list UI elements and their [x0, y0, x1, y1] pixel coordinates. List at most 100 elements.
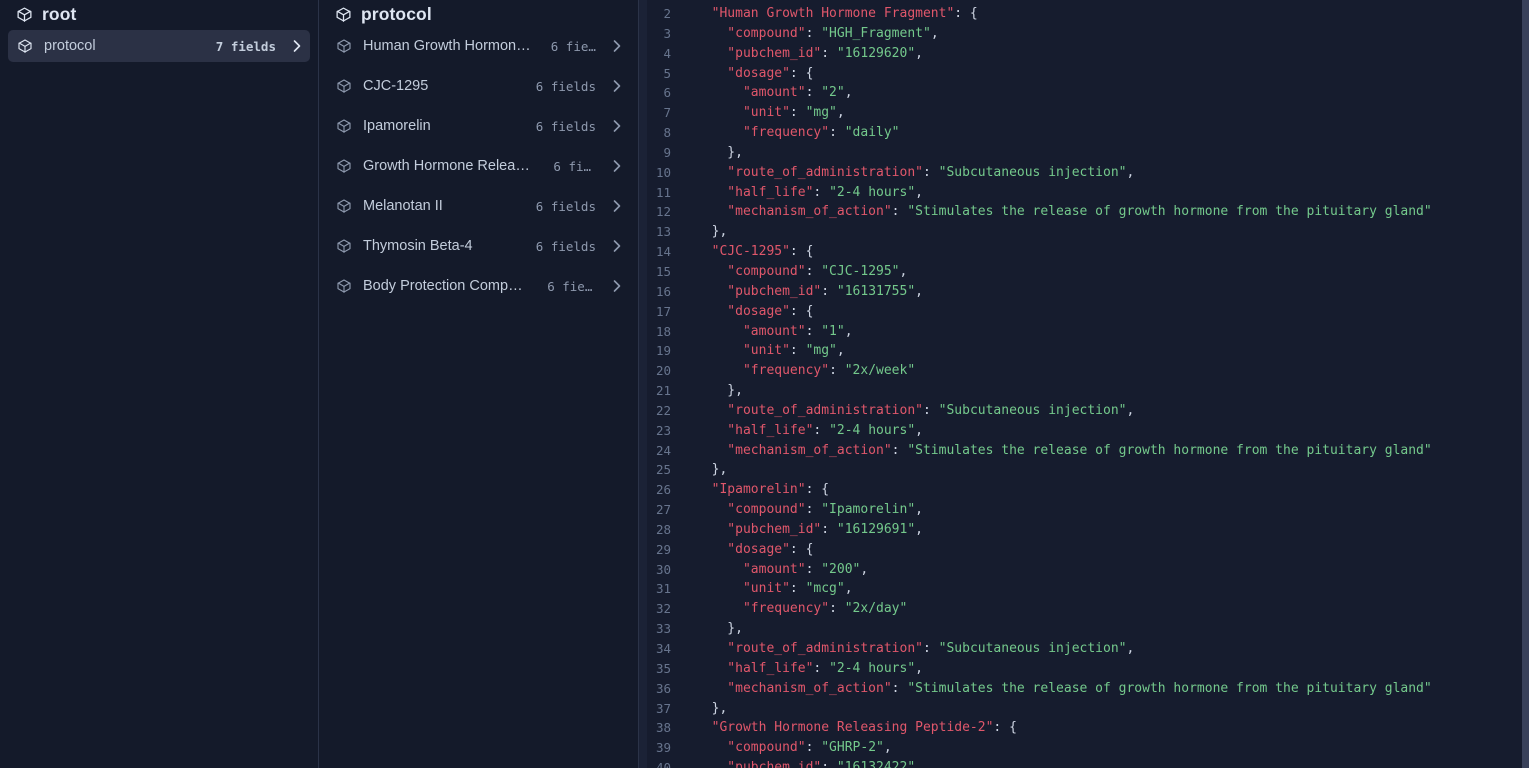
- line-number: 39: [655, 740, 671, 756]
- token-str: "1": [821, 323, 845, 339]
- code-line: 13 },: [639, 222, 1529, 242]
- code-line: 3 "compound": "HGH_Fragment",: [639, 24, 1529, 44]
- code-scroll-area[interactable]: 2 "Human Growth Hormone Fragment": {3 "c…: [639, 0, 1529, 768]
- token-key: "route_of_administration": [696, 164, 923, 180]
- token-str: "16129620": [836, 45, 916, 61]
- token-key: "half_life": [696, 184, 814, 200]
- code-line-text: "Human Growth Hormone Fragment": {: [683, 4, 1529, 24]
- token-key: "route_of_administration": [696, 641, 923, 656]
- code-line: 20 "frequency": "2x/week": [639, 361, 1529, 381]
- protocol-item-1[interactable]: CJC-1295 6 fields: [327, 70, 630, 102]
- protocol-item-3[interactable]: Growth Hormone Releasing Peptide-2 6 fiel…: [327, 150, 630, 182]
- code-line-text: },: [683, 143, 1529, 163]
- token-str: "Stimulates the release of growth hormon…: [907, 442, 1432, 458]
- token-pun: :: [821, 760, 837, 768]
- token-pun: :: [805, 25, 822, 41]
- protocol-item-0[interactable]: Human Growth Hormone Fragment 6 fields: [327, 30, 630, 62]
- code-line: 27 "compound": "Ipamorelin",: [639, 500, 1529, 520]
- root-item-0[interactable]: protocol 7 fields: [8, 30, 310, 62]
- code-line-text: "dosage": {: [683, 302, 1529, 322]
- chevron-right-icon[interactable]: [612, 199, 622, 213]
- cube-icon: [336, 78, 353, 95]
- code-line-text: },: [683, 619, 1529, 639]
- code-line-text: "compound": "CJC-1295",: [683, 262, 1529, 282]
- code-line: 33 },: [639, 619, 1529, 639]
- token-pun: :: [789, 105, 806, 121]
- token-key: "pubchem_id": [696, 760, 822, 768]
- code-line-text: "pubchem_id": "16129691",: [683, 520, 1529, 540]
- code-line-text: },: [683, 222, 1529, 242]
- token-key: "frequency": [696, 601, 830, 617]
- token-key: "compound": [696, 263, 806, 279]
- chevron-right-icon[interactable]: [612, 239, 622, 253]
- json-explorer-app: root protocol 7 fields protocol Human Gro…: [0, 0, 1529, 768]
- protocol-item-2[interactable]: Ipamorelin 6 fields: [327, 110, 630, 142]
- token-str: "2x/week": [844, 363, 916, 379]
- line-number: 28: [655, 521, 671, 537]
- root-item-field-count: 7 fields: [215, 38, 276, 54]
- chevron-right-icon[interactable]: [612, 79, 622, 93]
- token-key: "pubchem_id": [696, 283, 822, 299]
- protocol-item-6[interactable]: Body Protection Compound-157 6 fields: [327, 270, 630, 302]
- root-panel-title: root: [42, 3, 77, 24]
- token-key: "mechanism_of_action": [696, 442, 892, 458]
- token-str: "16132422": [836, 760, 916, 768]
- code-line: 8 "frequency": "daily": [639, 123, 1529, 143]
- code-line: 11 "half_life": "2-4 hours",: [639, 183, 1529, 203]
- token-pun: : {: [805, 482, 830, 498]
- token-pun: :: [805, 323, 822, 339]
- code-line: 2 "Human Growth Hormone Fragment": {: [639, 4, 1529, 24]
- token-key: "Human Growth Hormone Fragment": [696, 6, 955, 21]
- protocol-item-label: Body Protection Compound-157: [363, 278, 530, 294]
- token-pun: :: [922, 641, 939, 656]
- token-key: "dosage": [696, 541, 790, 557]
- token-pun: :: [805, 561, 822, 577]
- token-pun: :: [813, 660, 830, 676]
- token-str: "2-4 hours": [829, 660, 916, 676]
- code-line: 29 "dosage": {: [639, 540, 1529, 560]
- token-key: "unit": [696, 343, 790, 359]
- code-line-text: "half_life": "2-4 hours",: [683, 659, 1529, 679]
- token-pun: :: [805, 263, 822, 279]
- vertical-scrollbar[interactable]: [1522, 0, 1529, 768]
- token-str: "CJC-1295": [821, 263, 900, 279]
- line-number: 33: [655, 621, 671, 637]
- chevron-right-icon[interactable]: [612, 279, 622, 293]
- code-line-text: "mechanism_of_action": "Stimulates the r…: [683, 441, 1529, 461]
- code-line-text: "dosage": {: [683, 64, 1529, 84]
- token-str: "2x/day": [844, 601, 908, 617]
- code-line-text: "Growth Hormone Releasing Peptide-2": {: [683, 718, 1529, 738]
- line-number: 24: [655, 442, 671, 458]
- token-pun: ,: [915, 521, 923, 537]
- token-str: "Subcutaneous injection": [938, 641, 1127, 656]
- protocol-item-field-count: 6 fields: [535, 198, 596, 214]
- token-str: "Ipamorelin": [821, 502, 916, 518]
- protocol-item-4[interactable]: Melanotan II 6 fields: [327, 190, 630, 222]
- line-number: 31: [655, 581, 671, 597]
- line-number: 2: [663, 6, 671, 21]
- token-str: "mg": [805, 105, 837, 121]
- token-str: "200": [821, 561, 861, 577]
- chevron-right-icon[interactable]: [292, 39, 302, 53]
- code-line: 15 "compound": "CJC-1295",: [639, 262, 1529, 282]
- token-str: "Subcutaneous injection": [938, 164, 1127, 180]
- line-number: 25: [655, 462, 671, 478]
- code-line-text: "amount": "1",: [683, 322, 1529, 342]
- token-pun: ,: [1126, 641, 1135, 656]
- token-str: "GHRP-2": [821, 740, 884, 756]
- chevron-right-icon[interactable]: [612, 39, 622, 53]
- line-number: 27: [655, 502, 671, 518]
- code-line-text: },: [683, 381, 1529, 401]
- code-line: 35 "half_life": "2-4 hours",: [639, 659, 1529, 679]
- cube-icon: [336, 238, 353, 255]
- code-line-text: },: [683, 699, 1529, 719]
- token-key: "frequency": [696, 363, 830, 379]
- token-str: "16129691": [836, 521, 916, 537]
- chevron-right-icon[interactable]: [612, 159, 622, 173]
- chevron-right-icon[interactable]: [612, 119, 622, 133]
- protocol-item-5[interactable]: Thymosin Beta-4 6 fields: [327, 230, 630, 262]
- root-item-label: protocol: [44, 38, 96, 54]
- code-line-text: "amount": "2",: [683, 83, 1529, 103]
- token-pun: },: [696, 224, 728, 240]
- line-number: 5: [663, 65, 671, 81]
